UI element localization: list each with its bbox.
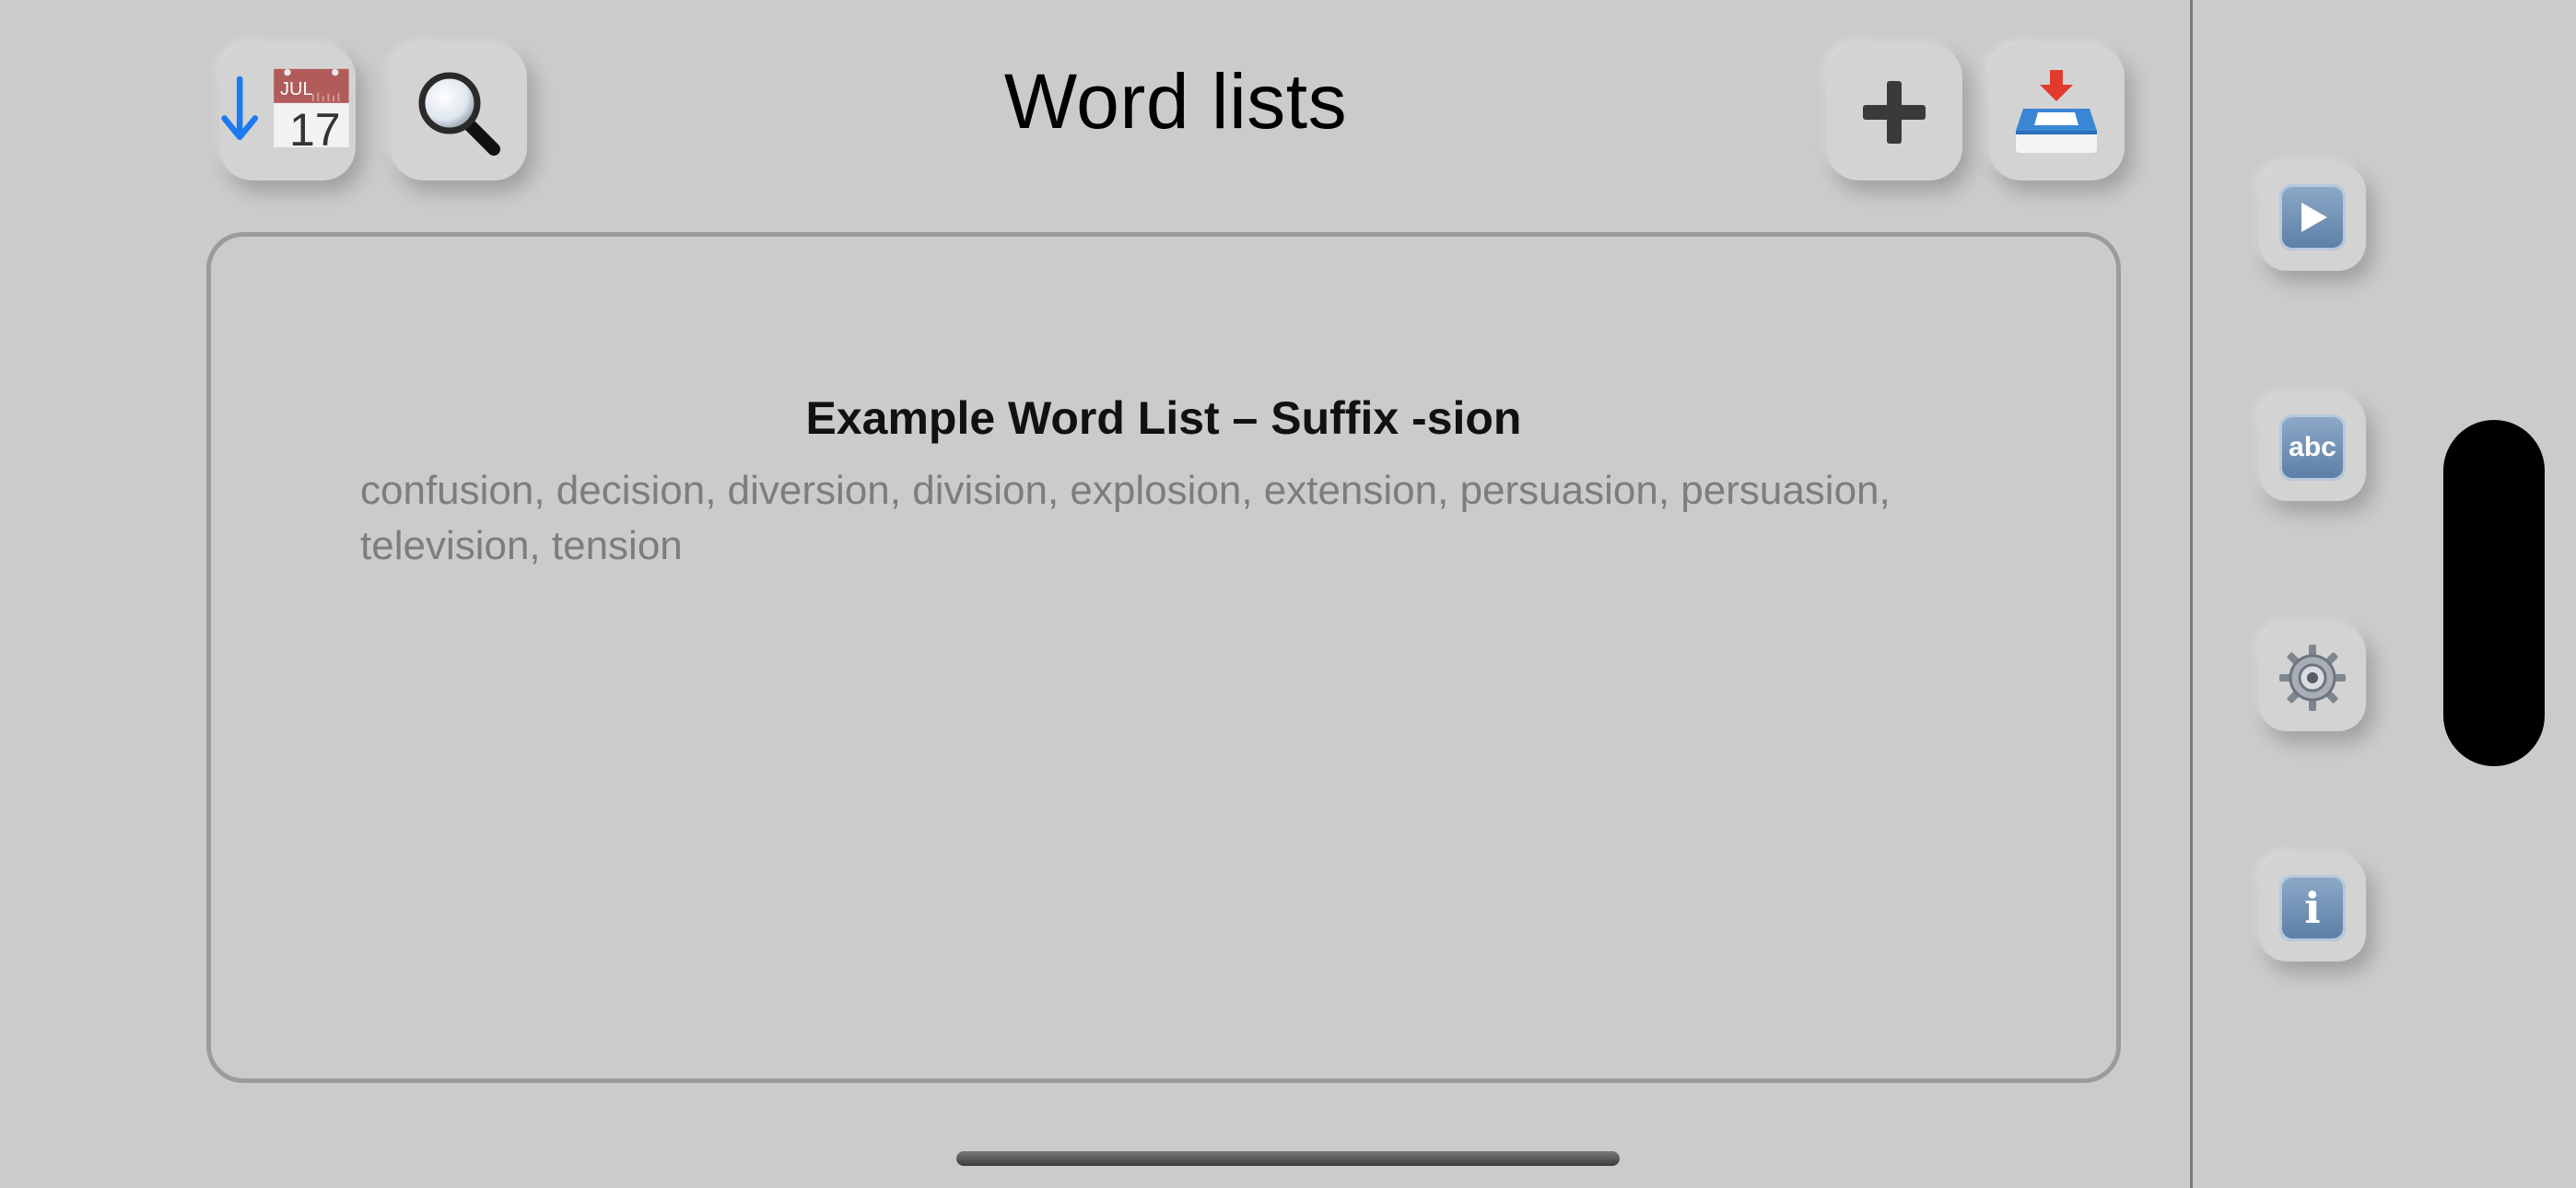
word-list-words: confusion, decision, diversion, division… [360, 468, 1891, 568]
info-icon: i [2279, 875, 2346, 941]
sidebar-item-abc[interactable]: abc [2259, 394, 2366, 501]
inbox-tray-icon [2016, 70, 2097, 153]
word-list-card[interactable]: Example Word List – Suffix -sion confusi… [206, 232, 2121, 1083]
sidebar-item-settings[interactable] [2259, 624, 2366, 731]
sort-by-date-button[interactable]: JUL 17 [219, 44, 356, 181]
calendar-month: JUL [280, 79, 313, 99]
import-button[interactable] [1988, 44, 2125, 181]
add-word-list-button[interactable] [1826, 44, 1962, 181]
page-title: Word lists [1003, 58, 1348, 145]
calendar-day: 17 [289, 104, 341, 156]
sidebar-item-info[interactable]: i [2259, 855, 2366, 961]
device-notch [2443, 420, 2545, 766]
abc-icon: abc [2279, 414, 2346, 481]
gear-icon [2279, 645, 2346, 711]
magnifier-icon [418, 72, 500, 156]
play-icon [2279, 184, 2346, 250]
sidebar-divider [2190, 0, 2193, 1188]
search-button[interactable] [391, 44, 527, 181]
app-screen: JUL 17 Word lists Example Word List – Su… [0, 0, 2576, 1188]
plus-icon [1863, 81, 1926, 144]
word-list-title: Example Word List – Suffix -sion [805, 392, 1522, 444]
sidebar-item-play[interactable] [2259, 164, 2366, 271]
info-label: i [2304, 883, 2321, 933]
abc-label: abc [2289, 432, 2336, 462]
home-indicator[interactable] [956, 1151, 1620, 1166]
